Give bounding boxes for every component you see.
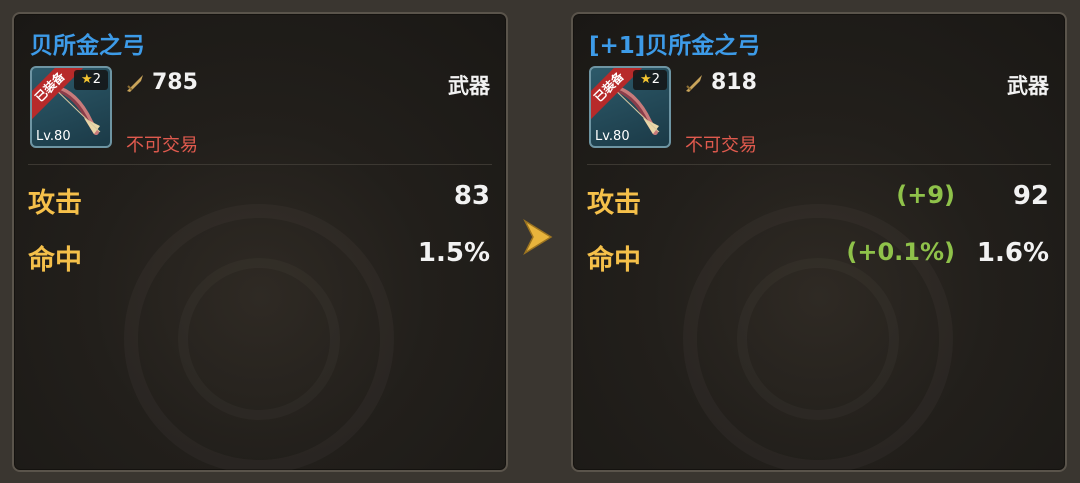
sword-icon <box>127 74 143 92</box>
upgraded-item-panel: [+1]贝所金之弓 已装备 ★2 Lv.80 818 不可交易 武器 攻击 (+… <box>571 12 1067 472</box>
star-icon: ★ <box>640 72 652 87</box>
stat-value-accuracy: 1.6% <box>976 238 1049 268</box>
stat-label-attack: 攻击 <box>587 188 641 219</box>
item-icon[interactable]: 已装备 ★2 Lv.80 <box>589 66 671 148</box>
star-count: 2 <box>651 72 660 87</box>
star-icon: ★ <box>81 72 93 87</box>
item-title: 贝所金之弓 <box>30 33 145 59</box>
stat-diff-accuracy: (+0.1%) <box>846 238 955 266</box>
star-badge: ★2 <box>633 70 667 90</box>
current-item-panel: 贝所金之弓 已装备 ★2 Lv.80 785 不可交易 武器 攻击 83 命中 … <box>12 12 508 472</box>
sword-icon <box>686 74 702 92</box>
trade-status: 不可交易 <box>126 135 198 156</box>
trade-status: 不可交易 <box>685 135 757 156</box>
power-score: 785 <box>124 70 198 95</box>
item-icon[interactable]: 已装备 ★2 Lv.80 <box>30 66 112 148</box>
star-count: 2 <box>92 72 101 87</box>
item-type: 武器 <box>448 74 490 98</box>
stat-label-attack: 攻击 <box>28 188 82 219</box>
chevron-right-icon <box>523 219 553 255</box>
item-type: 武器 <box>1007 74 1049 98</box>
stat-label-accuracy: 命中 <box>587 245 641 276</box>
stat-label-accuracy: 命中 <box>28 245 82 276</box>
power-value: 785 <box>152 70 198 95</box>
stat-value-accuracy: 1.5% <box>417 238 490 268</box>
divider <box>28 164 492 165</box>
power-score: 818 <box>683 70 757 95</box>
stat-value-attack: 83 <box>453 181 490 211</box>
star-badge: ★2 <box>74 70 108 90</box>
divider <box>587 164 1051 165</box>
stat-value-attack: 92 <box>1012 181 1049 211</box>
item-level: Lv.80 <box>36 129 71 144</box>
item-title: [+1]贝所金之弓 <box>589 33 761 59</box>
background-emblem <box>124 204 394 470</box>
power-value: 818 <box>711 70 757 95</box>
stat-diff-attack: (+9) <box>896 181 955 209</box>
item-level: Lv.80 <box>595 129 630 144</box>
